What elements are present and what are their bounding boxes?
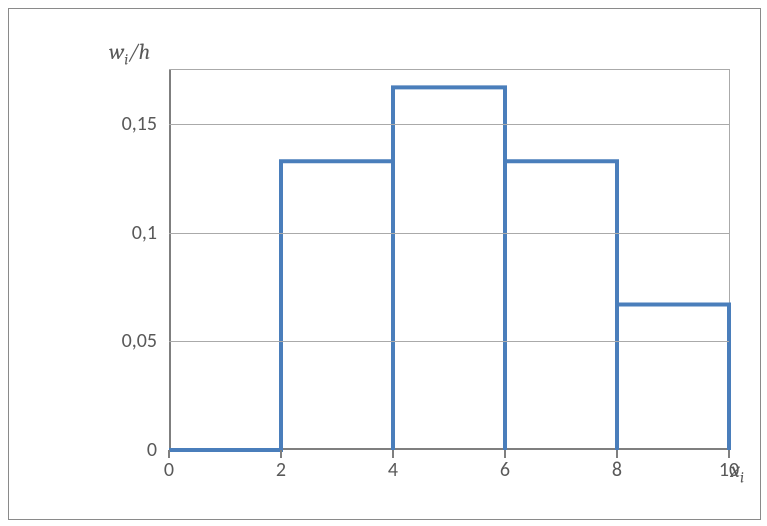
x-tick-label: 2 bbox=[276, 458, 286, 482]
y-axis-label: wi/h bbox=[109, 39, 150, 68]
y-tick-label: 0,1 bbox=[132, 221, 157, 245]
x-tick bbox=[280, 450, 282, 458]
plot-area: 024681000,050,10,15 bbox=[169, 69, 730, 450]
grid-line-y bbox=[169, 124, 729, 125]
grid-line-y bbox=[169, 341, 729, 342]
x-tick bbox=[168, 450, 170, 458]
x-tick-label: 8 bbox=[612, 458, 622, 482]
x-tick bbox=[392, 450, 394, 458]
chart-frame: wi/h 024681000,050,10,15 xi bbox=[8, 8, 761, 520]
x-tick-label: 0 bbox=[164, 458, 174, 482]
x-tick bbox=[504, 450, 506, 458]
x-tick-label: 6 bbox=[500, 458, 510, 482]
grid-line-y bbox=[169, 233, 729, 234]
y-tick-label: 0,05 bbox=[122, 329, 157, 353]
y-tick-label: 0,15 bbox=[122, 112, 157, 136]
series-path bbox=[169, 87, 729, 450]
x-axis-label: xi bbox=[730, 457, 744, 486]
histogram-series bbox=[169, 70, 729, 450]
y-tick-label: 0 bbox=[147, 438, 157, 462]
x-tick bbox=[616, 450, 618, 458]
x-tick-label: 4 bbox=[388, 458, 398, 482]
